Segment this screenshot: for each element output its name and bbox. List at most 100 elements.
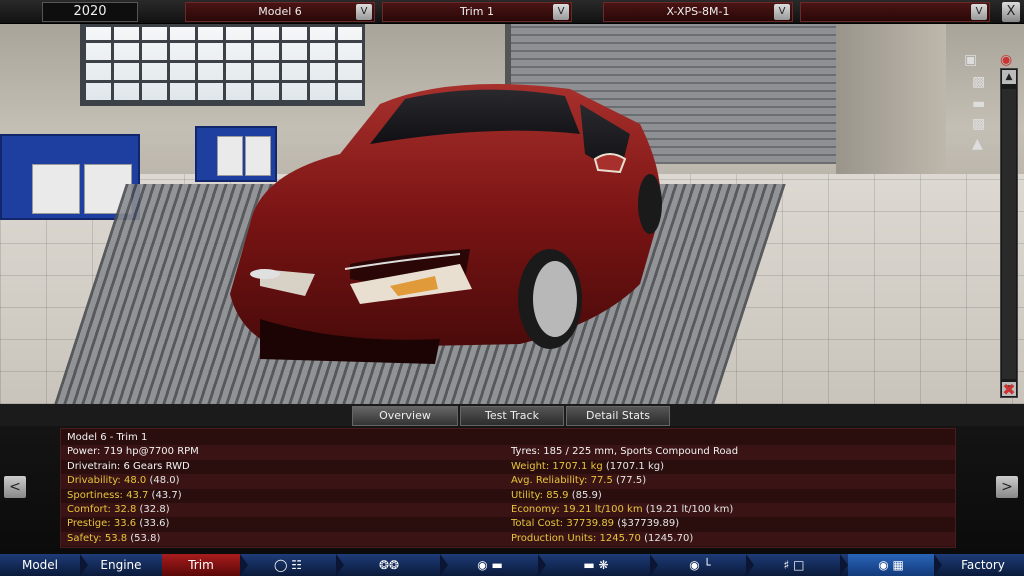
chassis-gears-icon[interactable]: ◯ ☷	[248, 554, 328, 576]
model-dropdown-value: Model 6	[258, 5, 302, 18]
bottom-nav: Model Engine Trim ◯ ☷ ❂❂ ◉ ▬ ▬ ❋ ◉ └ ♯ □…	[0, 554, 1024, 576]
stat-left: Safety: 53.8 (53.8)	[67, 532, 160, 546]
stats-row: Sportiness: 43.7 (43.7) Utility: 85.9 (85…	[61, 489, 955, 503]
stat-right: Total Cost: 37739.89 ($37739.89)	[511, 517, 679, 531]
stat-right: Economy: 19.21 lt/100 km (19.21 lt/100 k…	[511, 503, 733, 517]
stat-base-value: (1245.70)	[644, 532, 694, 544]
stat-base-value: (33.6)	[139, 518, 170, 530]
finish-flag-icon[interactable]: ◉ ▦	[848, 554, 934, 576]
close-button[interactable]: X	[1002, 2, 1020, 22]
stat-base-value: ($37739.89)	[617, 518, 680, 530]
nav-factory[interactable]: Factory	[942, 554, 1024, 576]
chevron-down-icon[interactable]: V	[356, 4, 372, 20]
stat-left: Sportiness: 43.7 (43.7)	[67, 489, 182, 503]
stat-label: Power:	[67, 446, 101, 458]
stat-value: 6 Gears RWD	[123, 460, 190, 472]
stat-label: Prestige:	[67, 518, 111, 530]
car-side-view-icon[interactable]: ▬	[972, 96, 985, 112]
stat-value: 37739.89	[566, 518, 615, 530]
body-icon[interactable]: ◉ ▬	[448, 554, 532, 576]
stat-label: Avg. Reliability:	[511, 475, 588, 487]
eye-icon[interactable]: ◉	[1000, 52, 1012, 68]
no-camera-icon[interactable]: ✖	[998, 380, 1020, 402]
stat-left: Prestige: 33.6 (33.6)	[67, 517, 169, 531]
stat-label: Economy:	[511, 504, 560, 515]
stat-base-value: (77.5)	[616, 475, 647, 487]
garage-viewport[interactable]: ▣ ◉ ▩ ▬ ▩ ▲ ▲ ▼	[0, 24, 1024, 404]
model-dropdown[interactable]: Model 6 V	[185, 2, 375, 22]
stat-label: Safety:	[67, 532, 102, 544]
stat-value: 1707.1 kg	[552, 460, 603, 472]
stats-row: Prestige: 33.6 (33.6) Total Cost: 37739.8…	[61, 517, 955, 531]
camera-icon[interactable]: ▣	[964, 52, 977, 68]
zoom-scrollbar[interactable]: ▲ ▼	[1000, 68, 1018, 398]
nav-trim[interactable]: Trim	[162, 554, 240, 576]
stat-right: Weight: 1707.1 kg (1707.1 kg)	[511, 460, 664, 474]
top-bar: 2020 Model 6 V Trim 1 V X-XPS-8M-1 V V X	[0, 0, 1024, 24]
stat-label: Production Units:	[511, 532, 597, 544]
info-tabs: Overview Test Track Detail Stats	[0, 404, 1024, 426]
stat-right: Utility: 85.9 (85.9)	[511, 489, 602, 503]
stat-right: Tyres: 185 / 225 mm, Sports Compound Roa…	[511, 445, 738, 459]
stat-label: Drivability:	[67, 475, 121, 487]
stat-value: 43.7	[126, 489, 149, 501]
stat-value: 1245.70	[599, 532, 641, 544]
wheels-icon[interactable]: ❂❂	[344, 554, 434, 576]
stat-value: 32.8	[114, 504, 137, 515]
car-top-view-icon[interactable]: ▲	[972, 136, 983, 152]
stat-left: Power: 719 hp@7700 RPM	[67, 445, 199, 459]
car-rear-view-icon[interactable]: ▩	[972, 116, 985, 132]
brand-badge	[250, 269, 280, 279]
stat-value: 77.5	[590, 475, 613, 487]
engine-dropdown[interactable]: X-XPS-8M-1 V	[603, 2, 793, 22]
stat-value: 33.6	[113, 518, 137, 530]
stat-base-value: (32.8)	[139, 504, 170, 515]
scroll-track[interactable]	[1002, 89, 1016, 379]
stats-row: Drivability: 48.0 (48.0) Avg. Reliability…	[61, 474, 955, 489]
stat-value: 19.21 lt/100 km	[562, 504, 643, 515]
game-screen: 2020 Model 6 V Trim 1 V X-XPS-8M-1 V V X	[0, 0, 1024, 576]
trim-dropdown-value: Trim 1	[460, 5, 494, 18]
tab-overview[interactable]: Overview	[352, 406, 458, 426]
stat-base-value: (19.21 lt/100 km)	[645, 504, 734, 515]
car-fan-icon[interactable]: ▬ ❋	[546, 554, 646, 576]
stat-label: Sportiness:	[67, 489, 123, 501]
scroll-up-arrow[interactable]: ▲	[1002, 70, 1016, 84]
concrete-pillar	[836, 24, 946, 184]
interior-seat-icon[interactable]: ◉ └	[658, 554, 742, 576]
nav-model[interactable]: Model	[0, 554, 80, 576]
stat-right: Production Units: 1245.70 (1245.70)	[511, 532, 693, 546]
stat-base-value: (85.9)	[571, 489, 602, 501]
trim-dropdown[interactable]: Trim 1 V	[382, 2, 572, 22]
stat-base-value: (1707.1 kg)	[605, 460, 665, 472]
stats-row: Drivetrain: 6 Gears RWD Weight: 1707.1 k…	[61, 460, 955, 474]
stat-label: Weight:	[511, 460, 550, 472]
prev-button[interactable]: <	[4, 476, 26, 498]
rear-wheel	[638, 174, 662, 234]
stat-right: Avg. Reliability: 77.5 (77.5)	[511, 474, 646, 488]
chevron-down-icon[interactable]: V	[971, 4, 987, 20]
tab-test-track[interactable]: Test Track	[460, 406, 564, 426]
stats-panel: Model 6 - Trim 1 Power: 719 hp@7700 RPM …	[0, 426, 1024, 554]
chevron-down-icon[interactable]: V	[553, 4, 569, 20]
car-model[interactable]	[220, 64, 670, 364]
chevron-down-icon[interactable]: V	[774, 4, 790, 20]
stat-base-value: (48.0)	[149, 475, 180, 487]
next-button[interactable]: >	[996, 476, 1018, 498]
car-front-view-icon[interactable]: ▩	[972, 74, 985, 90]
stat-label: Drivetrain:	[67, 460, 121, 472]
stat-value: 719 hp@7700 RPM	[103, 446, 199, 458]
fourth-dropdown[interactable]: V	[800, 2, 990, 22]
nav-engine[interactable]: Engine	[80, 554, 162, 576]
engine-dropdown-value: X-XPS-8M-1	[666, 5, 730, 18]
stats-row: Safety: 53.8 (53.8) Production Units: 124…	[61, 531, 955, 547]
stats-row: Model 6 - Trim 1	[61, 431, 955, 445]
stat-label: Comfort:	[67, 504, 111, 515]
tab-detail-stats[interactable]: Detail Stats	[566, 406, 670, 426]
stat-left: Drivability: 48.0 (48.0)	[67, 474, 180, 488]
stat-label: Utility:	[511, 489, 544, 501]
side-mirror	[593, 153, 627, 174]
suspension-icon[interactable]: ♯ □	[754, 554, 834, 576]
stats-table: Model 6 - Trim 1 Power: 719 hp@7700 RPM …	[60, 428, 956, 548]
stat-left: Drivetrain: 6 Gears RWD	[67, 460, 190, 474]
